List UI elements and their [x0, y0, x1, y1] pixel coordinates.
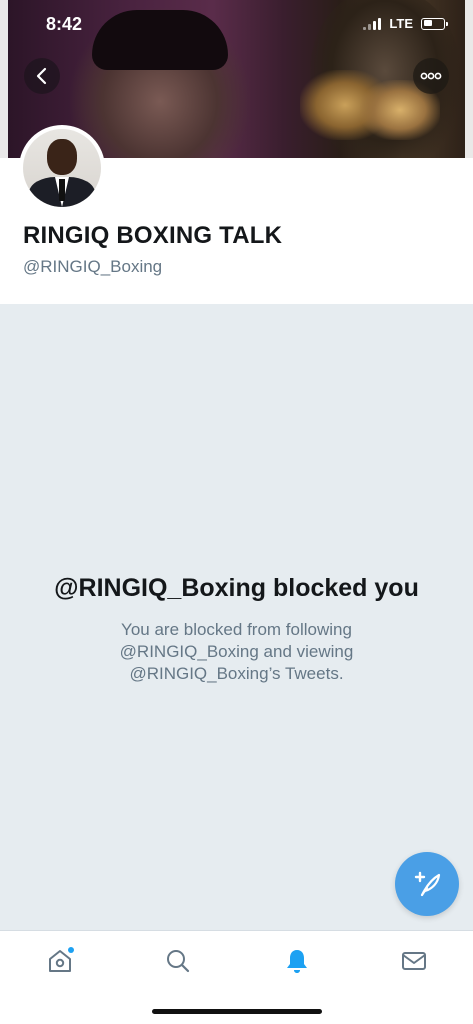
avatar-head	[47, 139, 77, 175]
profile-display-name: RINGIQ BOXING TALK	[23, 222, 283, 249]
tab-home[interactable]	[40, 941, 80, 981]
search-icon	[167, 950, 190, 973]
tab-messages[interactable]	[394, 941, 434, 981]
blocked-description: You are blocked from following @RINGIQ_B…	[119, 620, 354, 683]
home-notification-dot	[68, 947, 74, 953]
avatar[interactable]	[19, 125, 105, 211]
bell-icon	[287, 950, 307, 973]
chevron-left-icon	[36, 67, 47, 85]
profile-handle: @RINGIQ_Boxing	[23, 257, 163, 276]
profile-screen: 8:42 LTE RINGIQ BOXING TALK @RINGIQ_Boxi…	[0, 0, 473, 1024]
status-time: 8:42	[46, 14, 83, 34]
blocked-message-area: @RINGIQ_Boxing blocked you You are block…	[0, 304, 473, 930]
banner-edge-right	[465, 0, 473, 158]
banner-boxer-left	[70, 8, 250, 158]
back-button[interactable]	[24, 58, 60, 94]
compose-tweet-button[interactable]	[395, 852, 459, 916]
banner-edge-left	[0, 0, 8, 158]
avatar-tie	[59, 179, 65, 201]
more-dots-icon	[420, 72, 442, 80]
status-indicators: LTE	[363, 16, 448, 31]
more-options-button[interactable]	[413, 58, 449, 94]
banner-hair	[92, 10, 228, 70]
mail-icon	[402, 952, 426, 970]
tab-notifications[interactable]	[277, 941, 317, 981]
compose-tweet-icon	[414, 871, 441, 897]
avatar-image	[23, 129, 101, 207]
home-indicator[interactable]	[152, 1009, 322, 1014]
bottom-tab-bar	[0, 930, 473, 1024]
network-label: LTE	[389, 16, 413, 31]
battery-icon	[421, 17, 448, 30]
signal-icon	[363, 17, 382, 30]
blocked-title: @RINGIQ_Boxing blocked you	[54, 574, 419, 602]
tab-search[interactable]	[158, 941, 198, 981]
